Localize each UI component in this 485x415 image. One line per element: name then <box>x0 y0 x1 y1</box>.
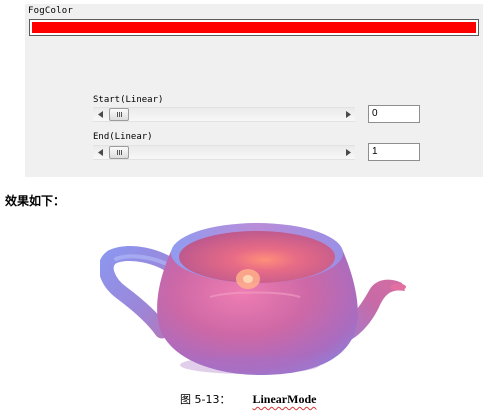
end-linear-label: End(Linear) <box>93 132 153 142</box>
fog-color-label: FogColor <box>28 6 73 16</box>
end-linear-thumb[interactable] <box>109 146 129 159</box>
fog-color-swatch[interactable] <box>29 19 479 36</box>
start-linear-value-input[interactable]: 0 <box>368 105 420 123</box>
start-linear-thumb[interactable] <box>109 108 129 121</box>
caption-mode-name: LinearMode <box>252 392 317 406</box>
teapot-render-image <box>100 223 406 375</box>
scroll-left-arrow-icon[interactable] <box>93 146 107 159</box>
caption-figure-number: 图 5-13： <box>180 393 231 406</box>
end-linear-scrollbar[interactable] <box>93 145 355 160</box>
end-linear-value-input[interactable]: 1 <box>368 143 420 161</box>
thumb-grip-icon <box>116 112 122 117</box>
scroll-right-arrow-icon[interactable] <box>341 146 355 159</box>
fog-color-fill <box>32 22 476 33</box>
figure-caption: 图 5-13： LinearMode <box>180 391 316 407</box>
thumb-grip-icon <box>116 150 122 155</box>
page: FogColor Start(Linear) 0 End(Linear) 1 效… <box>0 0 485 415</box>
effect-heading: 效果如下： <box>5 194 66 208</box>
start-linear-label: Start(Linear) <box>93 95 164 105</box>
scroll-left-arrow-icon[interactable] <box>93 108 107 121</box>
fog-settings-panel: FogColor Start(Linear) 0 End(Linear) 1 <box>25 4 483 177</box>
scroll-right-arrow-icon[interactable] <box>341 108 355 121</box>
start-linear-scrollbar[interactable] <box>93 107 355 122</box>
